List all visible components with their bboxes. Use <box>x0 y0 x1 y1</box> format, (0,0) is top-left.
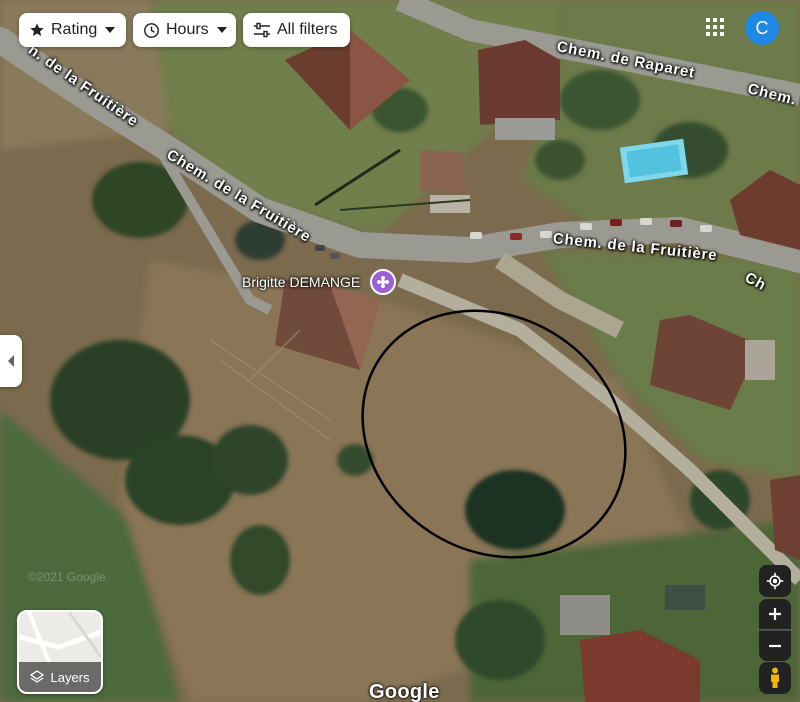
zoom-out-button[interactable] <box>759 630 791 661</box>
crosshair-icon <box>766 572 784 590</box>
flower-icon <box>377 276 389 288</box>
layers-icon <box>30 670 45 683</box>
star-icon <box>29 22 45 38</box>
caret-down-icon <box>105 27 116 33</box>
caret-down-icon <box>216 27 227 33</box>
rating-filter-button[interactable]: Rating <box>19 13 126 47</box>
chevron-left-icon <box>8 355 14 367</box>
apps-grid-icon <box>706 18 724 36</box>
layers-label: Layers <box>50 669 90 685</box>
place-name-label[interactable]: Brigitte DEMANGE <box>242 274 360 290</box>
google-logo: Google <box>369 681 440 702</box>
apps-grid-button[interactable] <box>701 13 729 41</box>
hours-filter-label: Hours <box>166 21 209 38</box>
map-canvas[interactable]: Chem. de Raparet Chem. n. de la Fruitièr… <box>0 0 800 702</box>
street-view-pegman-button[interactable] <box>759 662 791 694</box>
minus-icon <box>769 644 781 648</box>
rating-filter-label: Rating <box>51 21 98 38</box>
layers-button[interactable]: Layers <box>17 610 103 694</box>
zoom-in-button[interactable] <box>759 599 791 629</box>
account-avatar[interactable]: C <box>745 11 779 45</box>
plus-icon <box>769 608 781 620</box>
layers-label-row: Layers <box>19 662 101 692</box>
place-pin-icon[interactable] <box>370 269 396 295</box>
filter-sliders-icon <box>253 22 271 38</box>
clock-icon <box>143 22 160 39</box>
copyright-text: ©2021 Google <box>28 570 106 584</box>
pegman-icon <box>771 667 779 688</box>
hours-filter-button[interactable]: Hours <box>133 13 236 47</box>
all-filters-label: All filters <box>277 21 338 38</box>
my-location-button[interactable] <box>759 565 791 597</box>
all-filters-button[interactable]: All filters <box>243 13 350 47</box>
collapse-panel-button[interactable] <box>0 335 22 387</box>
